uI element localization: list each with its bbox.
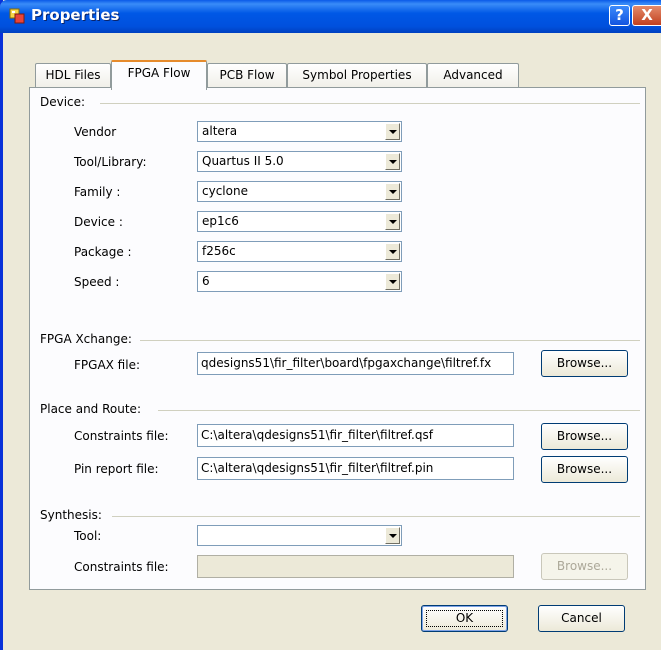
device-select[interactable]: ep1c6 bbox=[197, 211, 402, 232]
fpgax-file-input[interactable]: qdesigns51\fir_filter\board\fpgaxchange\… bbox=[197, 352, 514, 375]
synthesis-tool-select[interactable] bbox=[197, 525, 402, 546]
vendor-value: altera bbox=[202, 124, 238, 138]
pin-report-file-input[interactable]: C:\altera\qdesigns51\fir_filter\filtref.… bbox=[197, 457, 514, 480]
device-group-line bbox=[100, 103, 640, 104]
tool-library-label: Tool/Library: bbox=[74, 155, 147, 169]
vendor-select[interactable]: altera bbox=[197, 121, 402, 142]
pin-report-browse-button[interactable]: Browse... bbox=[541, 456, 628, 483]
package-label: Package : bbox=[74, 245, 132, 259]
chevron-down-icon[interactable] bbox=[385, 123, 400, 140]
pin-report-file-value: C:\altera\qdesigns51\fir_filter\filtref.… bbox=[201, 461, 434, 475]
tab-fpga-flow[interactable]: FPGA Flow bbox=[111, 60, 207, 90]
fpga-xchange-group-line bbox=[140, 340, 640, 341]
fpgax-file-value: qdesigns51\fir_filter\board\fpgaxchange\… bbox=[201, 356, 492, 370]
constraints-file-value: C:\altera\qdesigns51\fir_filter\filtref.… bbox=[201, 428, 433, 442]
properties-dialog: Properties ? X HDL Files FPGA Flow PCB F… bbox=[0, 0, 661, 650]
tool-library-select[interactable]: Quartus II 5.0 bbox=[197, 151, 402, 172]
vendor-label: Vendor bbox=[74, 125, 117, 139]
constraints-file-label: Constraints file: bbox=[74, 429, 169, 443]
synthesis-constraints-input bbox=[197, 555, 514, 578]
fpga-flow-panel: Device: Vendor altera Tool/Library: Quar… bbox=[29, 87, 646, 590]
properties-app-icon bbox=[9, 8, 25, 24]
tab-advanced[interactable]: Advanced bbox=[427, 63, 519, 88]
package-select[interactable]: f256c bbox=[197, 241, 402, 262]
synthesis-tool-label: Tool: bbox=[74, 529, 102, 543]
constraints-file-input[interactable]: C:\altera\qdesigns51\fir_filter\filtref.… bbox=[197, 424, 514, 447]
family-select[interactable]: cyclone bbox=[197, 181, 402, 202]
ok-button[interactable]: OK bbox=[421, 605, 508, 632]
device-group-heading: Device: bbox=[40, 95, 92, 109]
ok-label: OK bbox=[455, 611, 474, 625]
close-icon: X bbox=[641, 6, 653, 24]
chevron-down-icon[interactable] bbox=[385, 273, 400, 290]
speed-select[interactable]: 6 bbox=[197, 271, 402, 292]
family-label: Family : bbox=[74, 185, 121, 199]
tab-pcb-flow[interactable]: PCB Flow bbox=[207, 63, 287, 88]
cancel-button[interactable]: Cancel bbox=[538, 605, 625, 632]
device-value: ep1c6 bbox=[202, 214, 239, 228]
family-value: cyclone bbox=[202, 184, 248, 198]
constraints-browse-button[interactable]: Browse... bbox=[541, 423, 628, 450]
close-button[interactable]: X bbox=[632, 5, 661, 26]
pin-report-file-label: Pin report file: bbox=[74, 462, 159, 476]
fpgax-browse-button[interactable]: Browse... bbox=[541, 350, 628, 377]
device-label: Device : bbox=[74, 215, 123, 229]
speed-value: 6 bbox=[202, 274, 210, 288]
tool-library-value: Quartus II 5.0 bbox=[202, 154, 284, 168]
fpga-xchange-group-heading: FPGA Xchange: bbox=[40, 332, 138, 346]
chevron-down-icon[interactable] bbox=[385, 153, 400, 170]
fpgax-file-label: FPGAX file: bbox=[74, 358, 140, 372]
place-route-group-heading: Place and Route: bbox=[40, 402, 147, 416]
synthesis-constraints-label: Constraints file: bbox=[74, 560, 169, 574]
place-route-group-line bbox=[158, 410, 640, 411]
tab-hdl-files[interactable]: HDL Files bbox=[35, 63, 111, 88]
chevron-down-icon[interactable] bbox=[385, 213, 400, 230]
synthesis-browse-button: Browse... bbox=[541, 553, 628, 580]
chevron-down-icon[interactable] bbox=[385, 527, 400, 544]
speed-label: Speed : bbox=[74, 275, 120, 289]
window-title: Properties bbox=[31, 6, 120, 24]
help-button[interactable]: ? bbox=[609, 5, 630, 26]
tab-symbol-properties[interactable]: Symbol Properties bbox=[287, 63, 427, 88]
help-icon: ? bbox=[615, 6, 624, 24]
synthesis-group-line bbox=[112, 516, 640, 517]
package-value: f256c bbox=[202, 244, 236, 258]
chevron-down-icon[interactable] bbox=[385, 243, 400, 260]
title-bar[interactable]: Properties ? X bbox=[0, 0, 661, 33]
synthesis-group-heading: Synthesis: bbox=[40, 508, 108, 522]
chevron-down-icon[interactable] bbox=[385, 183, 400, 200]
